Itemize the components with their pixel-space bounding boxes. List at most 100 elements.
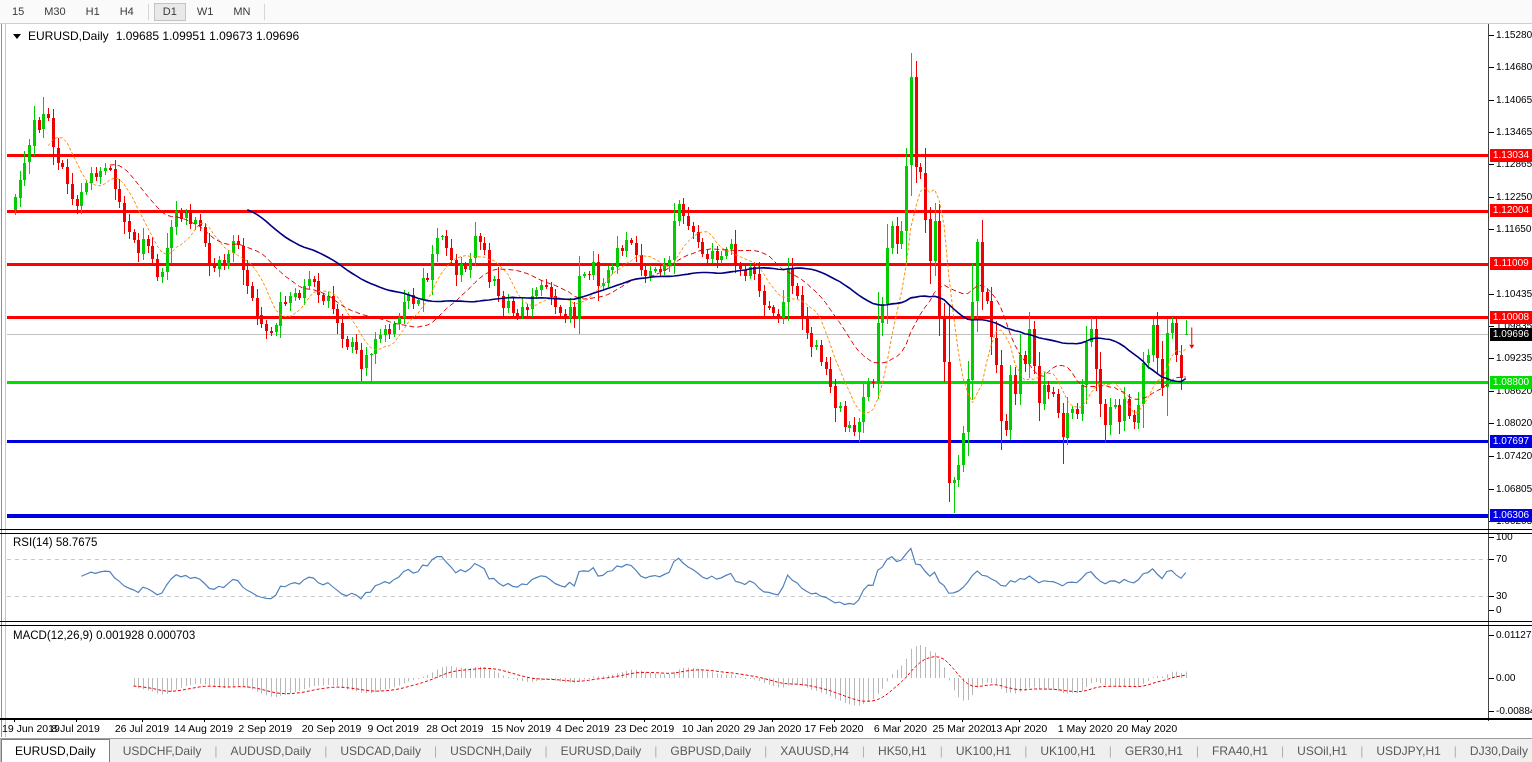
tick-dash (1489, 197, 1494, 198)
macd-axis-tick: -0.008845 (1496, 705, 1532, 718)
date-label: 14 Aug 2019 (174, 723, 233, 735)
date-label: 28 Oct 2019 (426, 723, 483, 735)
macd-pane-canvas[interactable] (7, 626, 1488, 718)
hline-price-tag[interactable]: 1.11009 (1490, 257, 1532, 270)
price-axis-tick-label: 1.11650 (1496, 224, 1531, 235)
price-axis-tick: 1.09235 (1496, 352, 1532, 365)
hline-price-tag[interactable]: 1.12004 (1490, 204, 1532, 217)
macd-label: MACD(12,26,9) 0.001928 0.000703 (13, 630, 195, 642)
timeframe-button-m30[interactable]: M30 (36, 4, 73, 20)
macd-axis-tick: 0.00 (1496, 672, 1532, 685)
date-label: 20 May 2020 (1117, 723, 1178, 735)
chart-tab-usdcnh-daily[interactable]: USDCNH,Daily (437, 739, 544, 762)
pane-divider[interactable] (0, 621, 1532, 622)
price-axis-tick: 1.10435 (1496, 288, 1532, 301)
date-tick (142, 719, 143, 722)
date-tick (900, 719, 901, 722)
tick-dash (1489, 164, 1494, 165)
date-label: 20 Sep 2019 (302, 723, 362, 735)
date-label: 1 May 2020 (1058, 723, 1113, 735)
date-label: 4 Dec 2019 (556, 723, 610, 735)
rsi-pane-canvas[interactable] (7, 534, 1488, 621)
chart-tab-fra40-h1[interactable]: FRA40,H1 (1199, 739, 1281, 762)
pane-divider[interactable] (0, 529, 1532, 530)
date-label: 23 Dec 2019 (615, 723, 675, 735)
price-axis-separator (1488, 24, 1489, 721)
tick-dash (1489, 35, 1494, 36)
current-price-tag: 1.09696 (1490, 328, 1532, 341)
chart-tab-uk100-h1[interactable]: UK100,H1 (943, 739, 1024, 762)
macd-axis-tick: 0.011277 (1496, 629, 1532, 642)
trading-terminal: 15M30 H1H4 D1W1MN EURUSD,Daily 1.09685 1.0… (0, 0, 1532, 762)
rsi-label: RSI(14) 58.7675 (13, 537, 97, 549)
chart-tab-usdjpy-h1[interactable]: USDJPY,H1 (1363, 739, 1453, 762)
date-tick (265, 719, 266, 722)
hline-price-tag[interactable]: 1.07697 (1490, 435, 1532, 448)
price-axis-tick: 1.15280 (1496, 29, 1532, 42)
chart-tab-bar: EURUSD,DailyUSDCHF,Daily|AUDUSD,Daily|US… (0, 738, 1532, 762)
window-left-edge-inner (5, 24, 6, 737)
date-tick (1019, 719, 1020, 722)
symbol-period-label: EURUSD,Daily (28, 29, 109, 43)
chart-tab-usdchf-daily[interactable]: USDCHF,Daily (110, 739, 215, 762)
price-axis-tick-label: 1.14680 (1496, 62, 1532, 73)
chart-tab-usdcad-daily[interactable]: USDCAD,Daily (327, 739, 434, 762)
chart-tab-xauusd-h4[interactable]: XAUUSD,H4 (767, 739, 862, 762)
price-chart-canvas[interactable] (7, 25, 1488, 529)
date-label: 25 Mar 2020 (933, 723, 992, 735)
window-left-edge (1, 24, 2, 737)
timeframe-button-d1[interactable]: D1 (155, 4, 185, 20)
date-label: 15 Nov 2019 (491, 723, 551, 735)
date-tick (644, 719, 645, 722)
chart-tab-eurusd-daily[interactable]: EURUSD,Daily (548, 739, 655, 762)
date-label: 17 Feb 2020 (805, 723, 864, 735)
tick-dash (1489, 294, 1494, 295)
chart-tab-audusd-daily[interactable]: AUDUSD,Daily (218, 739, 325, 762)
timeframe-button-h4[interactable]: H4 (112, 4, 142, 20)
price-axis-tick-label: 1.13465 (1496, 127, 1532, 138)
price-axis-tick-label: 1.07420 (1496, 451, 1532, 462)
rsi-axis-tick: 0 (1496, 604, 1532, 617)
price-axis-tick-label: 1.12250 (1496, 192, 1532, 203)
price-axis-tick: 1.07420 (1496, 450, 1532, 463)
timeframe-button-mn[interactable]: MN (225, 4, 258, 20)
price-axis-tick: 1.11650 (1496, 223, 1532, 236)
date-label: 6 Mar 2020 (874, 723, 927, 735)
tick-dash (1489, 489, 1494, 490)
price-axis-tick-label: 1.08020 (1496, 418, 1532, 429)
symbol-dropdown-icon[interactable] (13, 34, 21, 39)
ohlc-readout: 1.09685 1.09951 1.09673 1.09696 (116, 29, 300, 43)
hline-price-tag[interactable]: 1.10008 (1490, 311, 1532, 324)
chart-header: EURUSD,Daily 1.09685 1.09951 1.09673 1.0… (13, 29, 299, 43)
chart-tab-gbpusd-daily[interactable]: GBPUSD,Daily (657, 739, 764, 762)
chart-tab-dj30-daily[interactable]: DJ30,Daily (1457, 739, 1532, 762)
date-tick (962, 719, 963, 722)
date-label: 29 Jan 2020 (743, 723, 801, 735)
date-tick (1147, 719, 1148, 722)
price-axis-tick-label: 1.15280 (1496, 30, 1532, 41)
tick-dash (1489, 391, 1494, 392)
price-axis-tick: 1.13465 (1496, 126, 1532, 139)
date-label: 2 Sep 2019 (238, 723, 292, 735)
chart-tab-eurusd-daily[interactable]: EURUSD,Daily (1, 739, 110, 762)
chart-tab-uk100-h1[interactable]: UK100,H1 (1027, 739, 1108, 762)
date-tick (455, 719, 456, 722)
rsi-axis-tick: 30 (1496, 590, 1532, 603)
timeframe-button-w1[interactable]: W1 (189, 4, 222, 20)
hline-price-tag[interactable]: 1.08800 (1490, 376, 1532, 389)
timeframe-toolbar: 15M30 H1H4 D1W1MN (0, 0, 1532, 24)
timeframe-button-h1[interactable]: H1 (78, 4, 108, 20)
price-axis-tick: 1.14680 (1496, 61, 1532, 74)
toolbar-separator (264, 4, 265, 20)
date-label: 8 Jul 2019 (51, 723, 99, 735)
chart-tab-hk50-h1[interactable]: HK50,H1 (865, 739, 940, 762)
hline-price-tag[interactable]: 1.06306 (1490, 509, 1532, 522)
timeframe-button-15[interactable]: 15 (4, 4, 32, 20)
price-axis-tick: 1.12250 (1496, 191, 1532, 204)
price-axis-tick: 1.06805 (1496, 483, 1532, 496)
date-tick (14, 719, 15, 722)
tick-dash (1489, 229, 1494, 230)
chart-tab-usoil-h1[interactable]: USOil,H1 (1284, 739, 1360, 762)
hline-price-tag[interactable]: 1.13034 (1490, 149, 1532, 162)
chart-tab-ger30-h1[interactable]: GER30,H1 (1112, 739, 1196, 762)
